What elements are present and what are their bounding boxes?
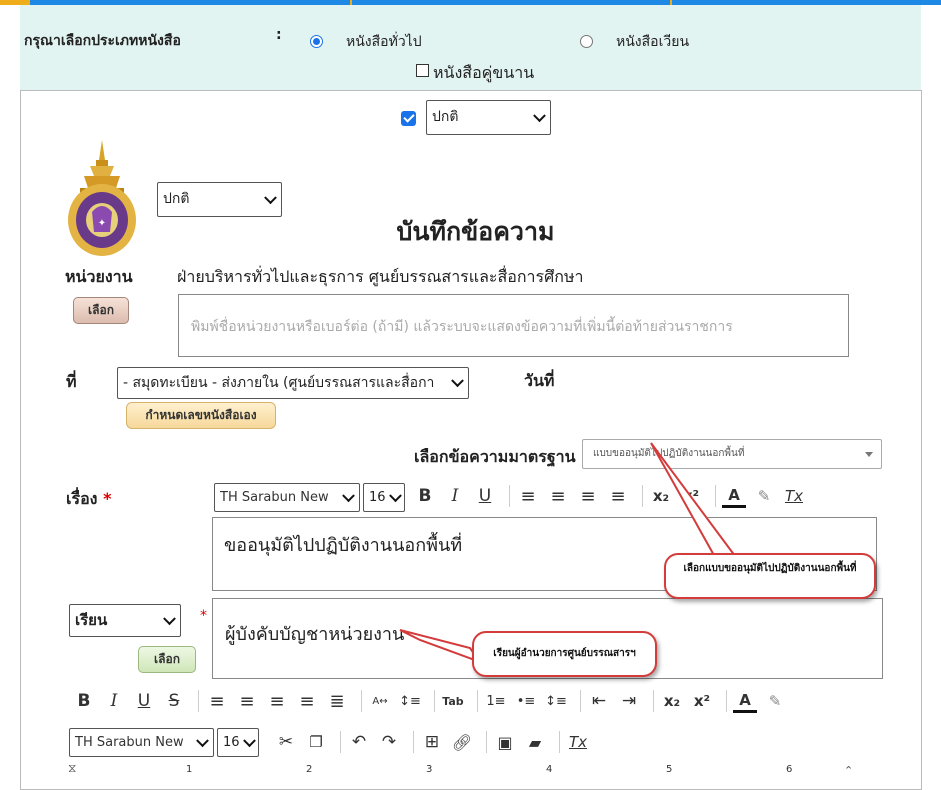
standard-callout-arrow — [650, 442, 740, 568]
addressee-callout-text: เรียนผู้อำนวยการศูนย์บรรณสารฯ — [493, 648, 636, 659]
standard-callout: เลือกแบบขออนุมัติไปปฏิบัติงานนอกพื้นที่ — [664, 553, 876, 599]
addressee-callout-arrow — [399, 629, 483, 665]
standard-callout-text: เลือกแบบขออนุมัติไปปฏิบัติงานนอกพื้นที่ — [683, 563, 857, 574]
addressee-callout: เรียนผู้อำนวยการศูนย์บรรณสารฯ — [472, 631, 657, 677]
callout-arrows — [399, 442, 740, 665]
